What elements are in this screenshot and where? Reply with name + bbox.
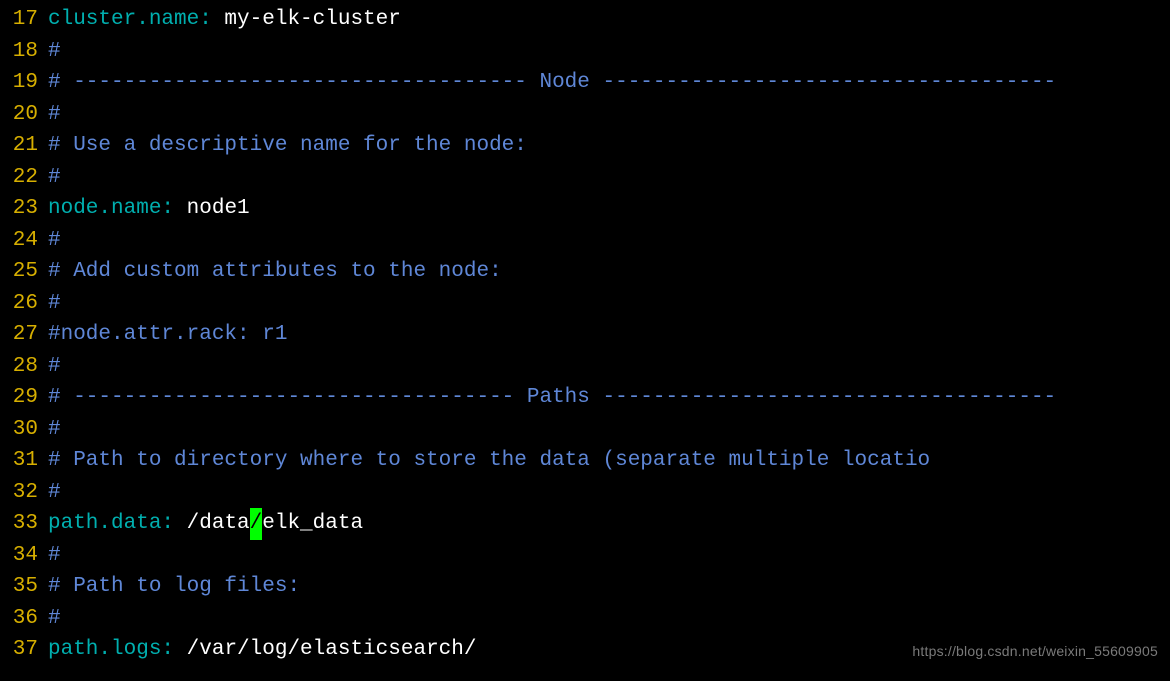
code-segment-comment: # — [48, 162, 61, 194]
code-segment-comment: # ------------------------------------ N… — [48, 67, 1056, 99]
line-content[interactable]: # — [48, 477, 61, 509]
line-number: 32 — [0, 477, 38, 509]
line-content[interactable]: # Add custom attributes to the node: — [48, 256, 502, 288]
line-content[interactable]: # — [48, 162, 61, 194]
line-number: 33 — [0, 508, 38, 540]
code-segment-comment: #node.attr.rack: r1 — [48, 319, 287, 351]
code-line[interactable]: 30 # — [0, 414, 1170, 446]
line-number: 18 — [0, 36, 38, 68]
line-number: 34 — [0, 540, 38, 572]
line-content[interactable]: # Use a descriptive name for the node: — [48, 130, 527, 162]
line-content[interactable]: # ----------------------------------- Pa… — [48, 382, 1056, 414]
code-segment-keyword: cluster.name: — [48, 4, 212, 36]
code-line[interactable]: 25 # Add custom attributes to the node: — [0, 256, 1170, 288]
line-content[interactable]: path.data: /data/elk_data — [48, 508, 363, 540]
code-line[interactable]: 35 # Path to log files: — [0, 571, 1170, 603]
line-content[interactable]: node.name: node1 — [48, 193, 250, 225]
line-number: 35 — [0, 571, 38, 603]
code-line[interactable]: 26 # — [0, 288, 1170, 320]
code-segment-comment: # — [48, 603, 61, 635]
code-segment-value: /data — [174, 508, 250, 540]
line-number: 28 — [0, 351, 38, 383]
code-segment-comment: # Use a descriptive name for the node: — [48, 130, 527, 162]
code-segment-comment: # — [48, 351, 61, 383]
code-line[interactable]: 34 # — [0, 540, 1170, 572]
code-line[interactable]: 17 cluster.name: my-elk-cluster — [0, 4, 1170, 36]
line-content[interactable]: # Path to directory where to store the d… — [48, 445, 930, 477]
code-segment-keyword: path.logs: — [48, 634, 174, 666]
line-content[interactable]: # Path to log files: — [48, 571, 300, 603]
code-segment-comment: # — [48, 288, 61, 320]
code-line[interactable]: 36 # — [0, 603, 1170, 635]
line-number: 27 — [0, 319, 38, 351]
line-content[interactable]: # — [48, 99, 61, 131]
line-number: 24 — [0, 225, 38, 257]
code-segment-comment: # Path to log files: — [48, 571, 300, 603]
code-segment-keyword: path.data: — [48, 508, 174, 540]
code-segment-comment: # — [48, 99, 61, 131]
line-number: 26 — [0, 288, 38, 320]
line-content[interactable]: # — [48, 36, 61, 68]
code-line[interactable]: 33 path.data: /data/elk_data — [0, 508, 1170, 540]
code-segment-cursor: / — [250, 508, 263, 540]
code-segment-comment: # — [48, 414, 61, 446]
line-number: 17 — [0, 4, 38, 36]
line-content[interactable]: # — [48, 288, 61, 320]
line-content[interactable]: # — [48, 225, 61, 257]
code-segment-keyword: node.name: — [48, 193, 174, 225]
code-line[interactable]: 18 # — [0, 36, 1170, 68]
code-segment-value: /var/log/elasticsearch/ — [174, 634, 476, 666]
line-number: 31 — [0, 445, 38, 477]
line-content[interactable]: # — [48, 414, 61, 446]
code-segment-comment: # ----------------------------------- Pa… — [48, 382, 1056, 414]
line-content[interactable]: # ------------------------------------ N… — [48, 67, 1056, 99]
code-segment-value: node1 — [174, 193, 250, 225]
code-line[interactable]: 22 # — [0, 162, 1170, 194]
code-line[interactable]: 20 # — [0, 99, 1170, 131]
line-content[interactable]: # — [48, 351, 61, 383]
line-number: 19 — [0, 67, 38, 99]
code-line[interactable]: 27 #node.attr.rack: r1 — [0, 319, 1170, 351]
line-content[interactable]: cluster.name: my-elk-cluster — [48, 4, 401, 36]
code-segment-value: my-elk-cluster — [212, 4, 401, 36]
code-segment-comment: # — [48, 540, 61, 572]
line-content[interactable]: # — [48, 540, 61, 572]
line-content[interactable]: #node.attr.rack: r1 — [48, 319, 287, 351]
line-number: 20 — [0, 99, 38, 131]
code-line[interactable]: 21 # Use a descriptive name for the node: — [0, 130, 1170, 162]
line-content[interactable]: # — [48, 603, 61, 635]
code-line[interactable]: 31 # Path to directory where to store the… — [0, 445, 1170, 477]
line-number: 29 — [0, 382, 38, 414]
code-segment-comment: # — [48, 225, 61, 257]
code-editor[interactable]: 17 cluster.name: my-elk-cluster 18 #19 # ---… — [0, 0, 1170, 666]
line-number: 37 — [0, 634, 38, 666]
code-segment-comment: # — [48, 36, 61, 68]
line-number: 25 — [0, 256, 38, 288]
watermark: https://blog.csdn.net/weixin_55609905 — [912, 636, 1158, 668]
line-content[interactable]: path.logs: /var/log/elasticsearch/ — [48, 634, 476, 666]
line-number: 30 — [0, 414, 38, 446]
code-line[interactable]: 32 # — [0, 477, 1170, 509]
code-line[interactable]: 24 # — [0, 225, 1170, 257]
code-segment-comment: # Add custom attributes to the node: — [48, 256, 502, 288]
code-segment-comment: # Path to directory where to store the d… — [48, 445, 930, 477]
code-line[interactable]: 23 node.name: node1 — [0, 193, 1170, 225]
code-segment-comment: # — [48, 477, 61, 509]
line-number: 23 — [0, 193, 38, 225]
code-line[interactable]: 29 # ----------------------------------- … — [0, 382, 1170, 414]
code-line[interactable]: 28 # — [0, 351, 1170, 383]
code-line[interactable]: 19 # ------------------------------------… — [0, 67, 1170, 99]
line-number: 36 — [0, 603, 38, 635]
line-number: 21 — [0, 130, 38, 162]
code-segment-value: elk_data — [262, 508, 363, 540]
line-number: 22 — [0, 162, 38, 194]
